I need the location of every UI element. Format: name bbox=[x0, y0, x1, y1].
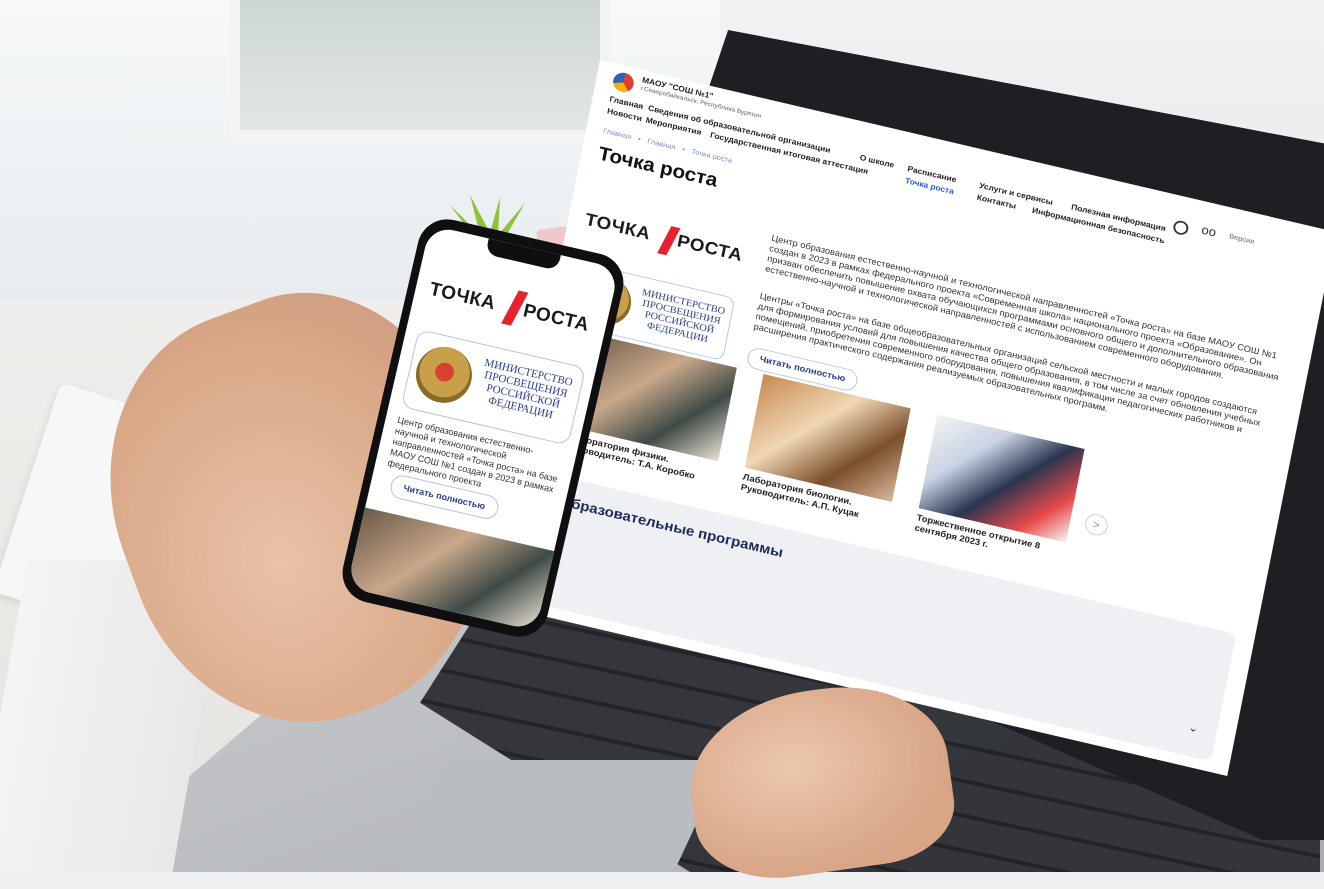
logo-text-left: ТОЧКА bbox=[583, 210, 653, 244]
edu-programs-title: Образовательные программы bbox=[558, 494, 785, 561]
chevron-down-icon[interactable]: ⌄ bbox=[1188, 721, 1200, 735]
glasses-icon[interactable]: oo bbox=[1200, 222, 1217, 239]
school-logo-icon bbox=[611, 70, 636, 95]
search-icon[interactable] bbox=[1172, 219, 1190, 237]
breadcrumb-main-2[interactable]: Главная bbox=[647, 137, 677, 151]
version-label[interactable]: Версия bbox=[1229, 232, 1255, 245]
phone-eagle-emblem-icon bbox=[410, 341, 478, 409]
gallery-next-button[interactable]: > bbox=[1083, 512, 1110, 538]
phone-logo-text-right: РОСТА bbox=[521, 300, 592, 336]
breadcrumb-main[interactable]: Главная bbox=[602, 127, 632, 141]
breadcrumb-sep-2: • bbox=[681, 145, 686, 154]
window-frame bbox=[230, 0, 610, 140]
laptop-trackpad bbox=[393, 760, 727, 872]
phone-logo-text-left: ТОЧКА bbox=[427, 278, 498, 315]
breadcrumb-sep: • bbox=[637, 134, 642, 144]
logo-text-right: РОСТА bbox=[675, 231, 745, 266]
breadcrumb-current: Точка роста bbox=[690, 147, 733, 165]
